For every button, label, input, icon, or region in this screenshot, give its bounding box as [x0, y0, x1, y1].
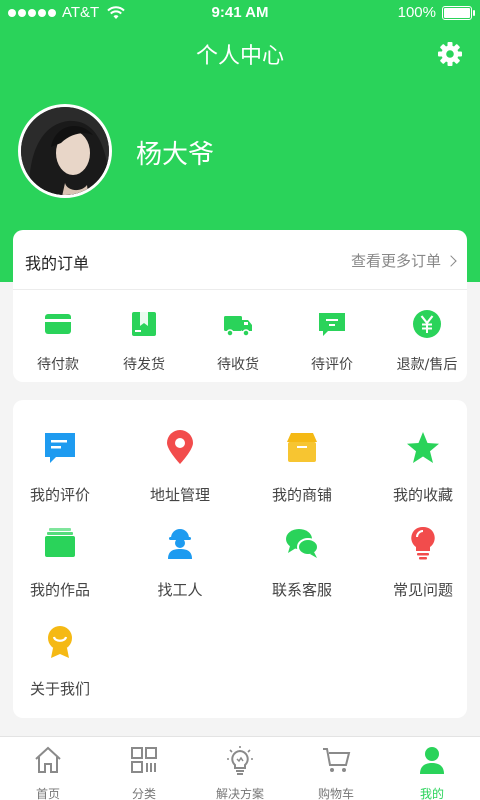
- order-label: 待发货: [123, 357, 165, 373]
- orders-header: 我的订单 查看更多订单: [13, 230, 467, 290]
- service-my-works[interactable]: 我的作品: [0, 525, 120, 600]
- order-label: 待评价: [311, 357, 353, 373]
- package-icon: [132, 312, 156, 336]
- battery-icon: [442, 5, 475, 20]
- order-label: 退款/售后: [396, 357, 458, 373]
- tab-bar: 首页 分类 解决方案 购物车 我的: [0, 736, 480, 800]
- profile-icon: [420, 747, 444, 774]
- tab-label: 首页: [35, 787, 60, 800]
- settings-button[interactable]: [436, 40, 464, 68]
- order-label: 待付款: [37, 357, 79, 373]
- service-label: 我的收藏: [392, 486, 453, 504]
- about-icon: [48, 626, 72, 658]
- tab-label: 购物车: [317, 787, 354, 800]
- tab-cart[interactable]: 购物车: [288, 745, 384, 800]
- works-icon: [45, 528, 75, 557]
- card-icon: [45, 314, 71, 334]
- orders-title: 我的订单: [25, 254, 90, 273]
- order-label: 待收货: [217, 357, 259, 373]
- worker-icon: [168, 529, 192, 559]
- avatar-photo: [21, 107, 109, 195]
- tab-solutions[interactable]: 解决方案: [192, 745, 288, 800]
- service-label: 地址管理: [149, 486, 210, 504]
- star-icon: [407, 432, 439, 463]
- status-bar: AT&T 9:41 AM 100%: [0, 0, 480, 26]
- orders-card: 我的订单 查看更多订单 待付款 待发货 待收货 待评价 退款/售后: [13, 230, 467, 382]
- location-pin-icon: [167, 430, 193, 464]
- tab-home[interactable]: 首页: [0, 745, 96, 800]
- cart-icon: [323, 748, 351, 772]
- battery-status: 100%: [397, 4, 475, 21]
- battery-percent: 100%: [397, 4, 436, 21]
- review-icon: [45, 433, 75, 463]
- view-all-orders-label: 查看更多订单: [350, 252, 441, 270]
- service-find-worker[interactable]: 找工人: [120, 525, 240, 600]
- service-about-us[interactable]: 关于我们: [0, 624, 120, 699]
- order-refund-aftersale[interactable]: 退款/售后: [382, 308, 472, 374]
- service-label: 找工人: [157, 581, 203, 599]
- tab-label: 分类: [131, 787, 156, 800]
- services-card: 我的评价 地址管理 我的商铺 我的收藏 我的作品 找工人 联系客服 常见问题 关…: [13, 400, 467, 718]
- service-label: 联系客服: [271, 581, 332, 599]
- service-my-reviews[interactable]: 我的评价: [0, 430, 120, 505]
- service-contact-support[interactable]: 联系客服: [242, 525, 362, 600]
- category-icon: [131, 747, 157, 773]
- chat-icon: [286, 529, 319, 558]
- bulb-icon: [411, 526, 435, 560]
- solution-icon: [227, 746, 253, 775]
- order-pending-receipt[interactable]: 待收货: [193, 308, 283, 374]
- chevron-right-icon: [445, 254, 457, 267]
- order-pending-shipment[interactable]: 待发货: [99, 308, 189, 374]
- order-pending-payment[interactable]: 待付款: [13, 308, 103, 374]
- username: 杨大爷: [136, 140, 215, 170]
- service-label: 我的商铺: [271, 486, 332, 504]
- page-title: 个人中心: [195, 44, 284, 69]
- service-label: 我的作品: [29, 581, 90, 599]
- tab-category[interactable]: 分类: [96, 745, 192, 800]
- service-label: 我的评价: [29, 486, 90, 504]
- tab-label: 解决方案: [215, 787, 264, 800]
- truck-icon: [224, 316, 252, 337]
- yen-icon: [413, 310, 441, 338]
- comment-icon: [319, 313, 345, 336]
- tab-label: 我的: [419, 787, 444, 800]
- service-my-shop[interactable]: 我的商铺: [242, 430, 362, 505]
- order-pending-review[interactable]: 待评价: [287, 308, 377, 374]
- shop-icon: [287, 433, 317, 462]
- home-icon: [35, 746, 61, 773]
- service-faq[interactable]: 常见问题: [363, 525, 480, 600]
- service-label: 关于我们: [29, 680, 90, 698]
- service-address[interactable]: 地址管理: [120, 430, 240, 505]
- avatar[interactable]: [18, 104, 112, 198]
- service-label: 常见问题: [392, 581, 453, 599]
- view-all-orders-link[interactable]: 查看更多订单: [350, 250, 457, 271]
- service-favorites[interactable]: 我的收藏: [363, 430, 480, 505]
- gear-icon: [438, 42, 462, 66]
- tab-profile[interactable]: 我的: [384, 745, 480, 800]
